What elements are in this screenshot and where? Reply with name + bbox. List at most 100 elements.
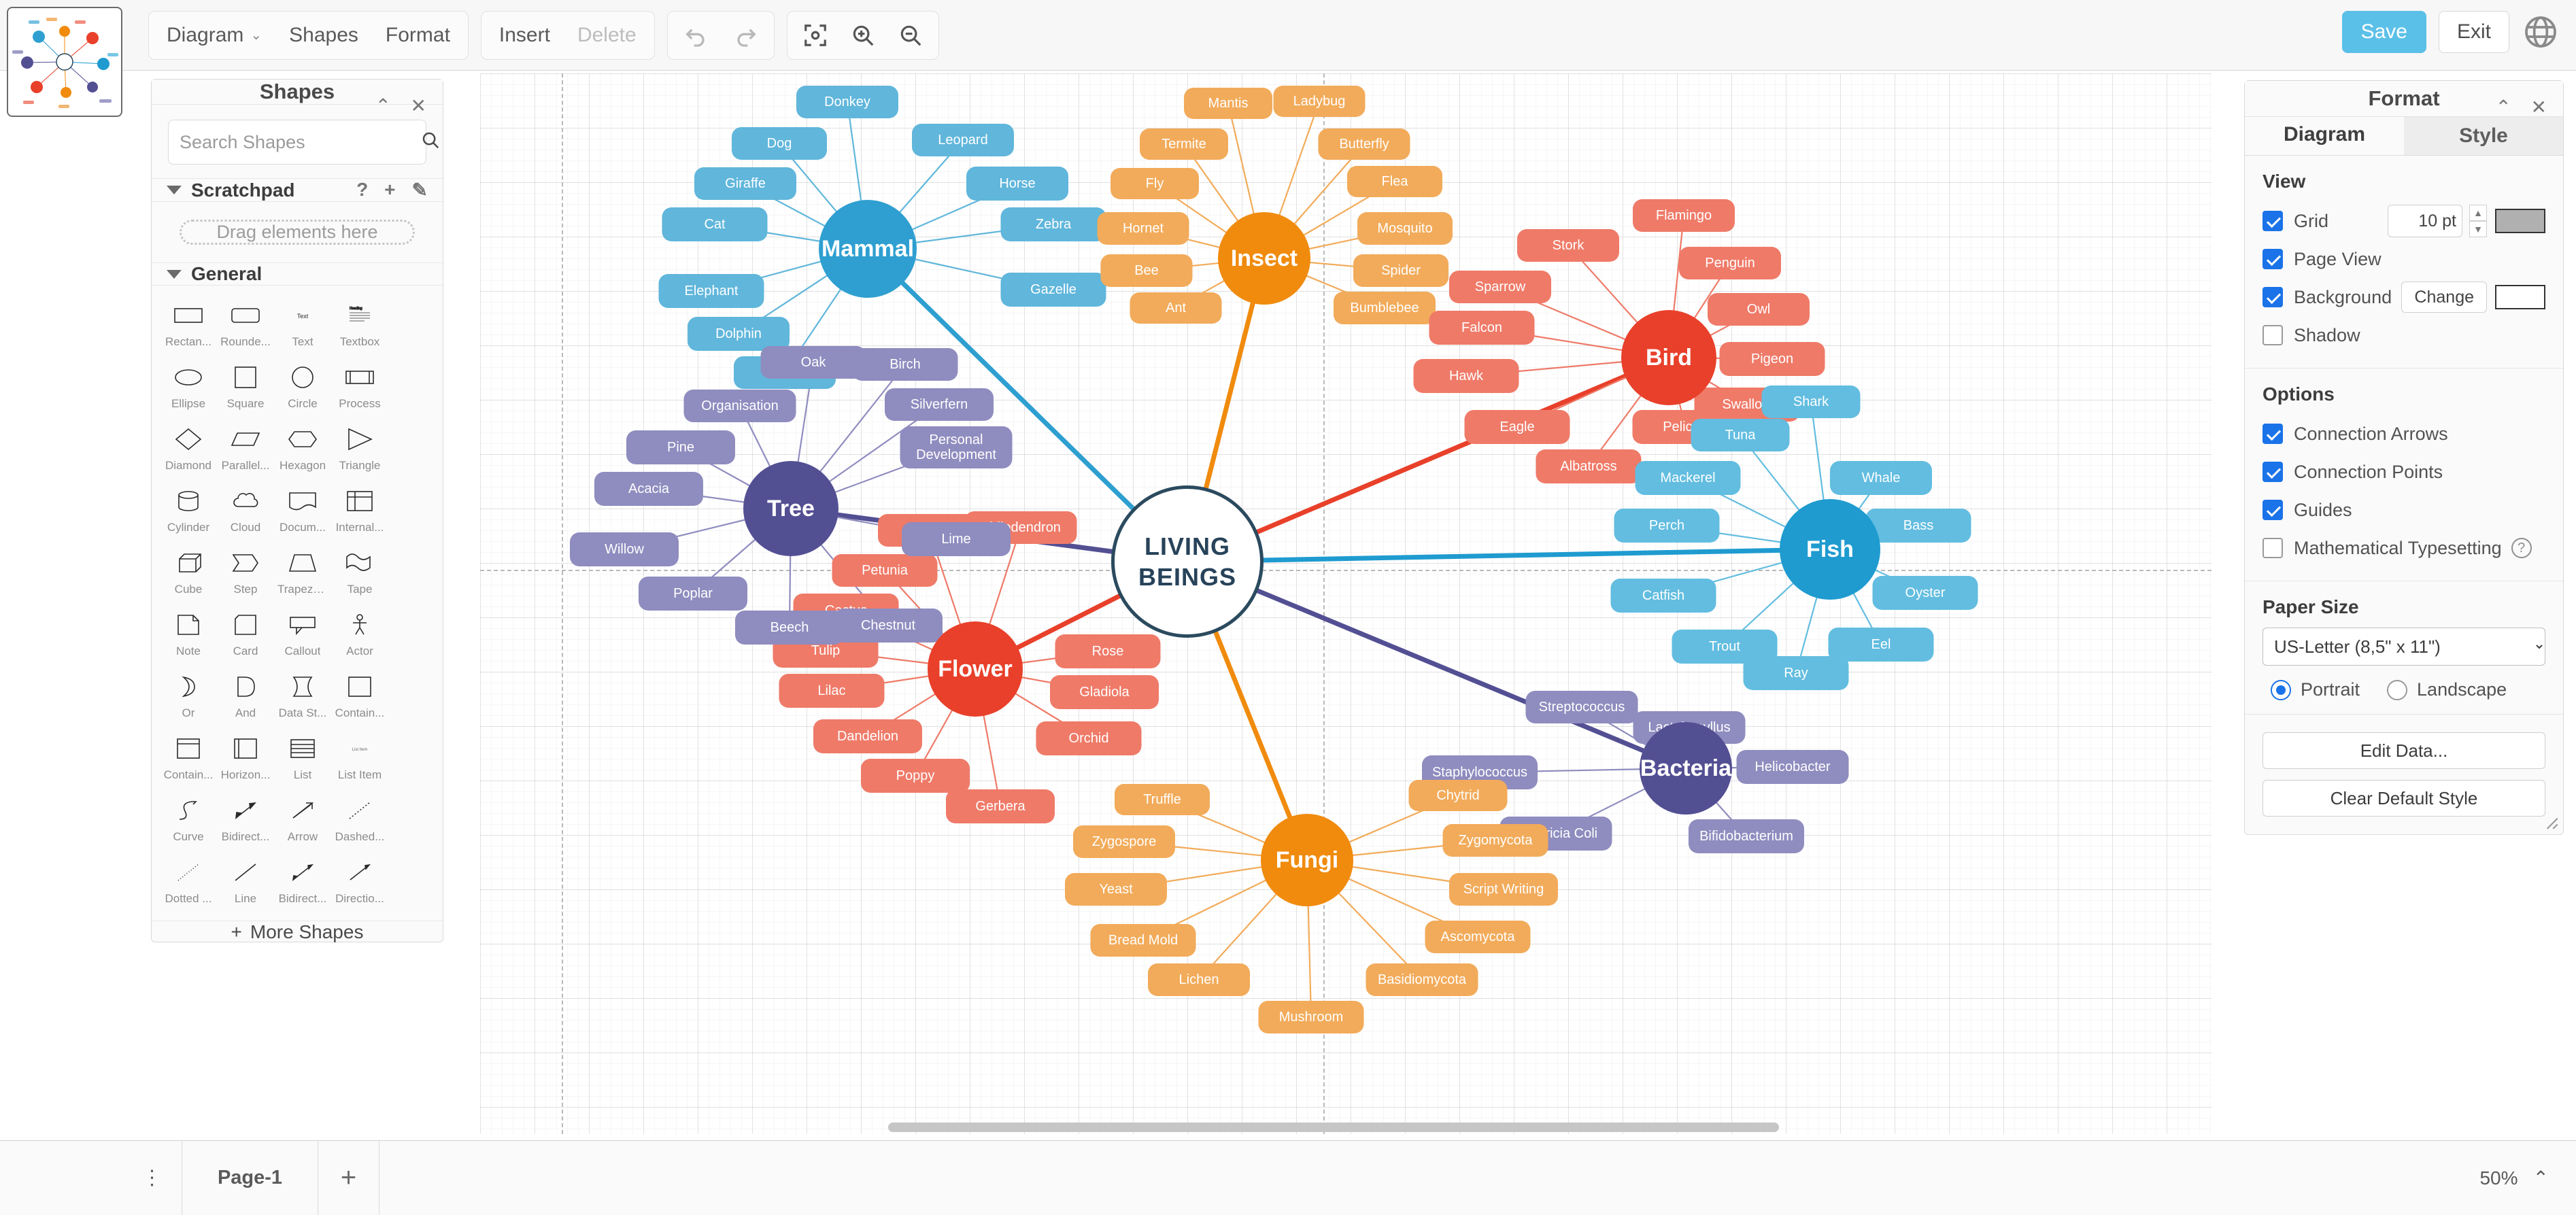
diagram-leaf-node[interactable]: Orchid bbox=[1036, 721, 1142, 755]
shape-item[interactable]: Parallel... bbox=[220, 422, 271, 473]
general-section-header[interactable]: General bbox=[152, 262, 443, 286]
shape-item[interactable]: Horizon... bbox=[220, 731, 271, 782]
diagram-leaf-node[interactable]: Catfish bbox=[1610, 579, 1716, 613]
diagram-leaf-node[interactable]: Shark bbox=[1761, 386, 1861, 418]
diagram-leaf-node[interactable]: Gazelle bbox=[1000, 273, 1106, 307]
grid-size-input[interactable]: 10 pt bbox=[2388, 205, 2462, 237]
stepper-down-icon[interactable]: ▼ bbox=[2469, 221, 2487, 237]
add-page-button[interactable]: + bbox=[318, 1140, 379, 1215]
diagram-leaf-node[interactable]: Zygomycota bbox=[1442, 824, 1548, 857]
shape-item[interactable]: Arrow bbox=[277, 793, 328, 844]
chevron-up-icon[interactable]: ⌃ bbox=[2533, 1167, 2549, 1189]
diagram-menu-button[interactable]: Diagram ⌄ bbox=[153, 15, 275, 56]
shape-item[interactable]: Curve bbox=[163, 793, 214, 844]
diagram-leaf-node[interactable]: Flea bbox=[1347, 166, 1442, 197]
shape-item[interactable]: Tape bbox=[335, 545, 385, 596]
orientation-landscape[interactable]: Landscape bbox=[2387, 679, 2507, 700]
grid-checkbox[interactable] bbox=[2263, 211, 2283, 231]
diagram-leaf-node[interactable]: Birch bbox=[852, 348, 958, 381]
scratchpad-section-header[interactable]: Scratchpad ? + ✎ bbox=[152, 178, 443, 202]
shape-item[interactable]: Callout bbox=[277, 607, 328, 658]
diagram-leaf-node[interactable]: Falcon bbox=[1429, 311, 1535, 345]
shape-item[interactable]: List bbox=[277, 731, 328, 782]
diagram-leaf-node[interactable]: Bumblebee bbox=[1334, 292, 1436, 324]
diagram-leaf-node[interactable]: Owl bbox=[1708, 293, 1810, 326]
horizontal-scrollbar[interactable] bbox=[480, 1120, 2211, 1135]
diagram-leaf-node[interactable]: Donkey bbox=[796, 86, 898, 118]
diagram-leaf-node[interactable]: Flamingo bbox=[1633, 199, 1735, 232]
radio-dot-portrait[interactable] bbox=[2271, 679, 2291, 700]
diagram-leaf-node[interactable]: Gerbera bbox=[946, 789, 1055, 823]
diagram-leaf-node[interactable]: Chestnut bbox=[834, 609, 943, 643]
tab-diagram[interactable]: Diagram bbox=[2245, 116, 2404, 155]
diagram-branch-hub[interactable]: Bacteria bbox=[1640, 722, 1732, 815]
diagram-leaf-node[interactable]: Bass bbox=[1865, 509, 1971, 543]
diagram-leaf-node[interactable]: Pigeon bbox=[1719, 342, 1825, 376]
diagram-leaf-node[interactable]: Bread Mold bbox=[1090, 924, 1196, 957]
shape-item[interactable]: Triangle bbox=[335, 422, 385, 473]
shape-item[interactable]: Bidirect... bbox=[277, 855, 328, 906]
diagram-leaf-node[interactable]: Mosquito bbox=[1357, 212, 1453, 245]
shape-item[interactable]: Note bbox=[163, 607, 214, 658]
shape-item[interactable]: Process bbox=[335, 360, 385, 411]
diagram-leaf-node[interactable]: Perch bbox=[1614, 509, 1720, 543]
search-icon[interactable] bbox=[420, 130, 441, 155]
shape-item[interactable]: Cylinder bbox=[163, 483, 214, 534]
globe-icon[interactable] bbox=[2522, 13, 2560, 51]
diagram-leaf-node[interactable]: Whale bbox=[1830, 461, 1932, 495]
page-options-button[interactable]: ⋮ bbox=[124, 1140, 182, 1215]
shape-item[interactable]: Trapezo... bbox=[277, 545, 328, 596]
redo-button[interactable] bbox=[721, 15, 770, 56]
diagram-leaf-node[interactable]: Gladiola bbox=[1050, 675, 1159, 709]
diagram-leaf-node[interactable]: Lime bbox=[902, 522, 1011, 556]
more-shapes-button[interactable]: + More Shapes bbox=[152, 921, 443, 943]
diagram-leaf-node[interactable]: Mushroom bbox=[1258, 1001, 1364, 1033]
diagram-leaf-node[interactable]: Script Writing bbox=[1449, 873, 1558, 906]
shape-item[interactable]: Diamond bbox=[163, 422, 214, 473]
save-button[interactable]: Save bbox=[2341, 11, 2426, 53]
paper-size-select[interactable]: US-Letter (8,5" x 11") bbox=[2263, 628, 2545, 666]
resize-grip-icon[interactable] bbox=[2541, 812, 2559, 830]
diagram-branch-hub[interactable]: Tree bbox=[743, 461, 838, 556]
diagram-leaf-node[interactable]: Zebra bbox=[1000, 207, 1106, 241]
shape-item[interactable]: Directio... bbox=[335, 855, 385, 906]
diagram-leaf-node[interactable]: Basidiomycota bbox=[1366, 963, 1478, 996]
diagram-leaf-node[interactable]: Silverfern bbox=[885, 388, 994, 421]
diagram-branch-hub[interactable]: Fungi bbox=[1261, 814, 1353, 906]
page-thumbnail[interactable] bbox=[7, 7, 122, 117]
shape-item[interactable]: Step bbox=[220, 545, 271, 596]
diagram-leaf-node[interactable]: Butterfly bbox=[1318, 129, 1410, 160]
diagram-leaf-node[interactable]: Eel bbox=[1828, 628, 1934, 662]
diagram-leaf-node[interactable]: Streptococcus bbox=[1525, 691, 1638, 723]
diagram-leaf-node[interactable]: Sparrow bbox=[1449, 271, 1551, 303]
diagram-leaf-node[interactable]: Oak bbox=[760, 346, 866, 379]
diagram-leaf-node[interactable]: Truffle bbox=[1115, 784, 1210, 815]
shape-item[interactable]: Ellipse bbox=[163, 360, 214, 411]
diagram-leaf-node[interactable]: Oyster bbox=[1872, 576, 1978, 610]
shape-item[interactable]: Hexagon bbox=[277, 422, 328, 473]
connection-points-checkbox[interactable] bbox=[2263, 462, 2283, 482]
diagram-branch-hub[interactable]: Fish bbox=[1780, 499, 1880, 600]
page-tab-1[interactable]: Page-1 bbox=[182, 1140, 318, 1215]
shape-item[interactable]: Dashed... bbox=[335, 793, 385, 844]
diagram-leaf-node[interactable]: Giraffe bbox=[694, 167, 796, 200]
shape-item[interactable]: Or bbox=[163, 669, 214, 720]
shape-item[interactable]: Rectan... bbox=[163, 298, 214, 349]
diagram-leaf-node[interactable]: Acacia bbox=[594, 472, 703, 506]
shape-item[interactable]: Contain... bbox=[335, 669, 385, 720]
diagram-branch-hub[interactable]: Bird bbox=[1621, 310, 1716, 405]
diagram-leaf-node[interactable]: Hornet bbox=[1097, 212, 1189, 245]
horizontal-scroll-thumb[interactable] bbox=[888, 1123, 1779, 1132]
shape-item[interactable]: Docum... bbox=[277, 483, 328, 534]
close-icon[interactable]: ✕ bbox=[2531, 96, 2547, 118]
math-typesetting-checkbox[interactable] bbox=[2263, 538, 2283, 558]
zoom-level-label[interactable]: 50% bbox=[2479, 1167, 2518, 1189]
diagram-branch-hub[interactable]: Flower bbox=[928, 621, 1023, 717]
diagram-leaf-node[interactable]: Fly bbox=[1111, 168, 1199, 199]
diagram-leaf-node[interactable]: Rose bbox=[1055, 634, 1161, 668]
pencil-icon[interactable]: ✎ bbox=[412, 179, 428, 201]
diagram-leaf-node[interactable]: Leopard bbox=[912, 124, 1014, 156]
diagram-leaf-node[interactable]: Elephant bbox=[658, 274, 764, 308]
diagram-leaf-node[interactable]: Ant bbox=[1130, 292, 1222, 324]
diagram-leaf-node[interactable]: Poppy bbox=[861, 759, 970, 793]
